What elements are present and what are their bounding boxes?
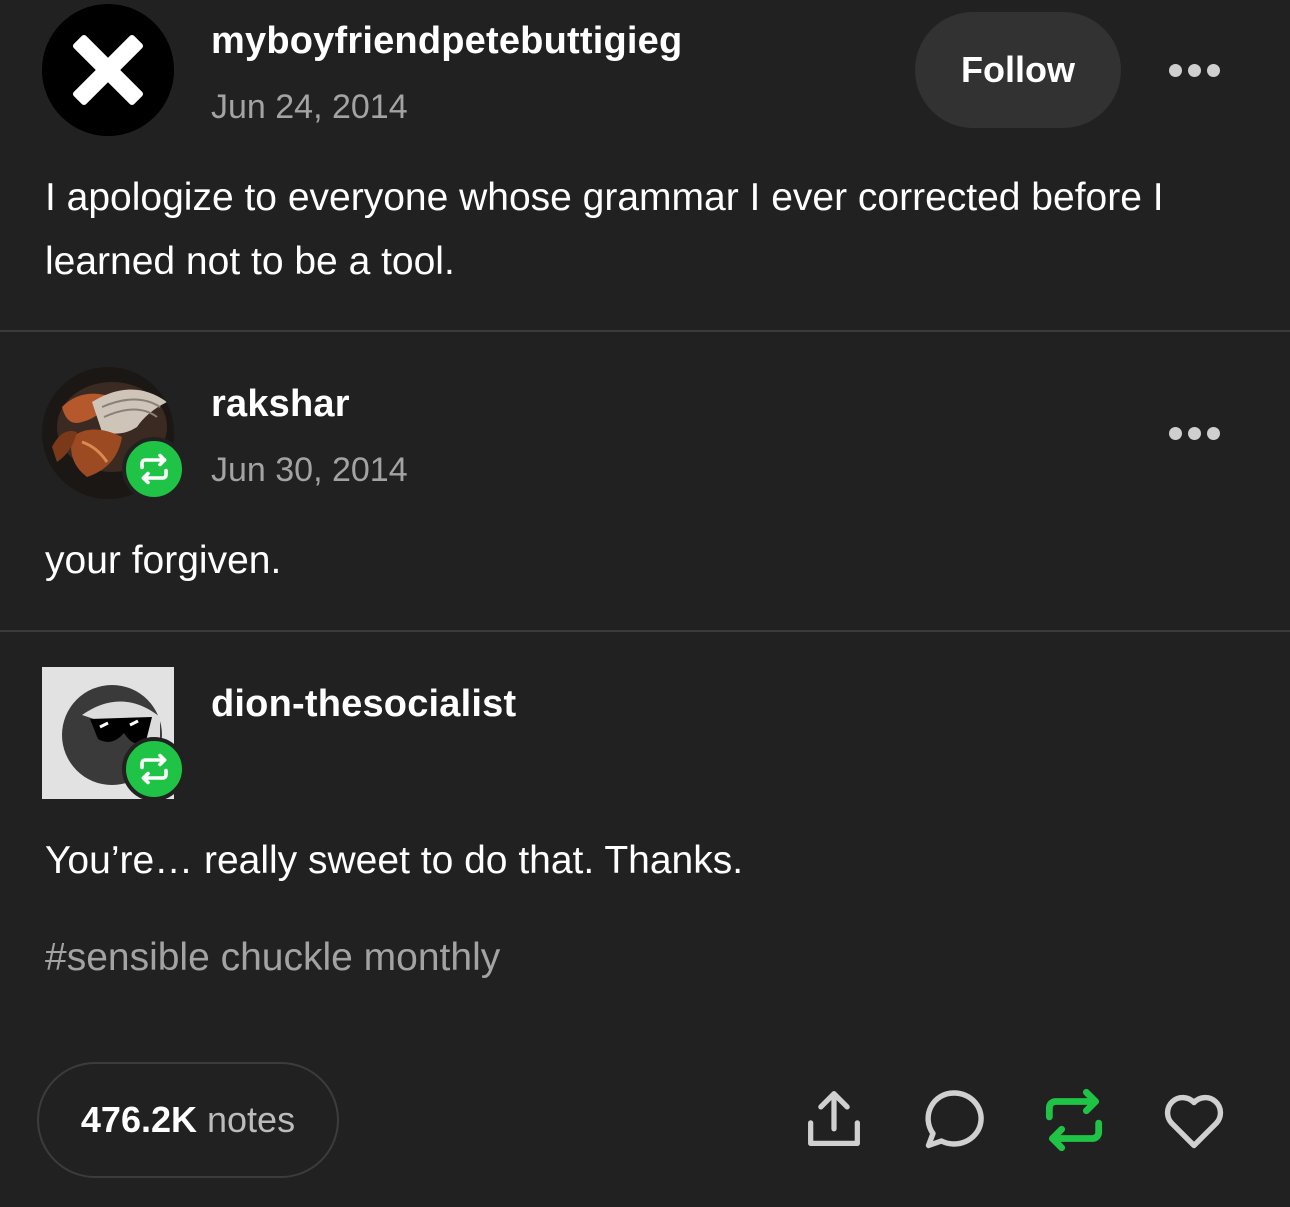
post-date: Jun 30, 2014 [211,451,408,489]
post-tag[interactable]: #sensible chuckle monthly [45,936,500,980]
notes-label: notes [207,1099,296,1140]
reblog-icon [140,453,168,485]
avatar[interactable] [42,4,174,136]
divider [0,630,1290,632]
more-options-icon[interactable] [1164,60,1224,80]
notes-count: 476.2K [80,1099,197,1140]
reblog-badge [122,437,186,501]
reblog-icon[interactable] [1036,1082,1112,1158]
reblog-icon [140,753,168,785]
notes-button[interactable]: 476.2K notes [37,1062,339,1178]
post-username[interactable]: rakshar [211,383,350,426]
x-icon [42,4,174,136]
post-username[interactable]: dion-thesocialist [211,683,516,726]
reblog-badge [122,737,186,801]
post-text: your forgiven. [45,539,282,582]
post-date: Jun 24, 2014 [211,88,408,126]
post-text: You’re… really sweet to do that. Thanks. [45,839,744,882]
post-text: I apologize to everyone whose grammar I … [45,176,1164,283]
comment-icon[interactable] [916,1082,992,1158]
more-options-icon[interactable] [1164,423,1224,443]
post-username[interactable]: myboyfriendpetebuttigieg [211,20,682,63]
divider [0,330,1290,332]
share-icon[interactable] [796,1082,872,1158]
follow-button[interactable]: Follow [915,12,1121,128]
heart-icon[interactable] [1156,1082,1232,1158]
